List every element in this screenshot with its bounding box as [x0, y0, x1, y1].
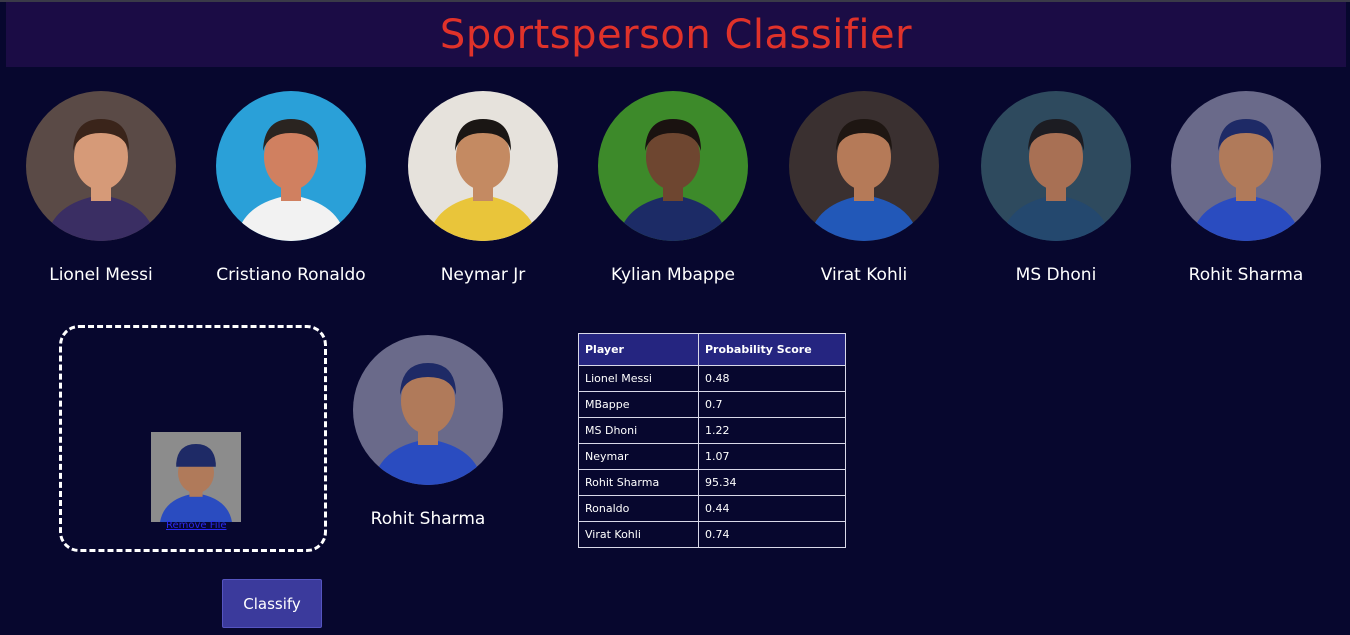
cell-player: MBappe: [578, 391, 699, 418]
cell-score: 95.34: [698, 469, 846, 496]
player-name: Kylian Mbappe: [611, 265, 735, 285]
table-row: MBappe 0.7: [578, 391, 846, 418]
player-photo-messi: [26, 91, 176, 241]
cell-player: Neymar: [578, 443, 699, 470]
table-row: Rohit Sharma 95.34: [578, 469, 846, 496]
player-photo-rohit: [1171, 91, 1321, 241]
player-card: Cristiano Ronaldo: [196, 91, 386, 291]
player-gallery: Lionel Messi Cristiano Ronaldo Neymar Jr Ky…: [0, 91, 1350, 291]
player-card: Rohit Sharma: [1151, 91, 1341, 291]
table-row: MS Dhoni 1.22: [578, 417, 846, 444]
player-card: Kylian Mbappe: [578, 91, 768, 291]
player-card: MS Dhoni: [961, 91, 1151, 291]
player-name: Cristiano Ronaldo: [216, 265, 366, 285]
cell-score: 0.7: [698, 391, 846, 418]
table-row: Neymar 1.07: [578, 443, 846, 470]
table-row: Virat Kohli 0.74: [578, 521, 846, 548]
result-card: Rohit Sharma: [353, 335, 503, 529]
player-name: Virat Kohli: [820, 265, 908, 285]
player-name: Lionel Messi: [49, 265, 153, 285]
cell-player: Virat Kohli: [578, 521, 699, 548]
cell-player: Ronaldo: [578, 495, 699, 522]
player-name: Rohit Sharma: [1188, 265, 1304, 285]
result-photo: [353, 335, 503, 485]
player-photo-ronaldo: [216, 91, 366, 241]
cell-score: 1.07: [698, 443, 846, 470]
cell-score: 0.48: [698, 365, 846, 392]
cell-score: 0.44: [698, 495, 846, 522]
player-photo-mbappe: [598, 91, 748, 241]
player-photo-neymar: [408, 91, 558, 241]
table-row: Ronaldo 0.44: [578, 495, 846, 522]
player-card: Virat Kohli: [769, 91, 959, 291]
player-photo-kohli: [789, 91, 939, 241]
page-title: Sportsperson Classifier: [439, 11, 913, 58]
classify-button[interactable]: Classify: [222, 579, 322, 628]
cell-player: MS Dhoni: [578, 417, 699, 444]
table-row: Lionel Messi 0.48: [578, 365, 846, 392]
probability-table: Player Probability Score Lionel Messi 0.4…: [578, 333, 846, 548]
cell-player: Lionel Messi: [578, 365, 699, 392]
column-header-score: Probability Score: [698, 333, 846, 366]
player-card: Neymar Jr: [388, 91, 578, 291]
player-card: Lionel Messi: [6, 91, 196, 291]
upload-dropzone[interactable]: Remove File: [59, 325, 327, 552]
column-header-player: Player: [578, 333, 699, 366]
cell-player: Rohit Sharma: [578, 469, 699, 496]
player-photo-dhoni: [981, 91, 1131, 241]
cell-score: 1.22: [698, 417, 846, 444]
uploaded-photo: [151, 432, 241, 522]
player-name: Neymar Jr: [440, 265, 526, 285]
app-header: Sportsperson Classifier: [6, 2, 1346, 67]
result-player-name: Rohit Sharma: [370, 509, 486, 529]
table-header-row: Player Probability Score: [578, 333, 846, 366]
remove-file-link[interactable]: Remove File: [166, 520, 227, 531]
cell-score: 0.74: [698, 521, 846, 548]
player-name: MS Dhoni: [1015, 265, 1097, 285]
